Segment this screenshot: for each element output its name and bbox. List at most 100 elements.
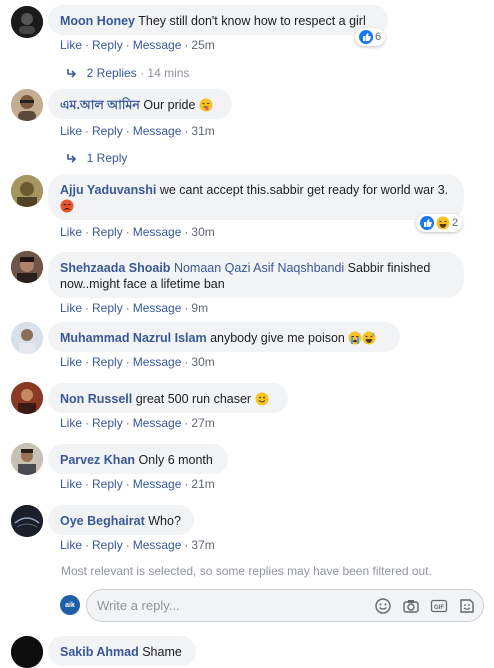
timestamp[interactable]: 25m <box>191 38 214 52</box>
comment-text: Only 6 month <box>138 453 213 467</box>
reply-input[interactable]: Write a reply... <box>97 598 180 613</box>
avatar[interactable] <box>11 382 43 414</box>
commenter-name[interactable]: Ajju Yaduvanshi <box>60 183 156 197</box>
like-link[interactable]: Like <box>60 416 82 430</box>
avatar-image-icon <box>11 89 43 121</box>
comment-text: Our pride <box>143 98 196 112</box>
message-link[interactable]: Message <box>133 538 182 552</box>
sticker-icon[interactable] <box>458 597 476 615</box>
commenter-name[interactable]: Non Russell <box>60 392 132 406</box>
view-replies-link[interactable]: 1 Reply <box>66 151 127 165</box>
avatar[interactable] <box>11 443 43 475</box>
comment-bubble: Ajju Yaduvanshi we cant accept this.sabb… <box>48 174 464 220</box>
message-link[interactable]: Message <box>133 301 182 315</box>
message-link[interactable]: Message <box>133 477 182 491</box>
like-link[interactable]: Like <box>60 477 82 491</box>
comment-actions: Like · Reply · Message · 25m <box>60 38 215 52</box>
reply-link[interactable]: Reply <box>92 355 123 369</box>
message-link[interactable]: Message <box>133 124 182 138</box>
message-link[interactable]: Message <box>133 416 182 430</box>
comment-bubble: Sakib Ahmad Shame <box>48 636 196 666</box>
timestamp[interactable]: 37m <box>191 538 214 552</box>
message-link[interactable]: Message <box>133 355 182 369</box>
commenter-name[interactable]: Moon Honey <box>60 14 135 28</box>
commenter-name[interactable]: Oye Beghairat <box>60 514 145 528</box>
like-link[interactable]: Like <box>60 538 82 552</box>
like-link[interactable]: Like <box>60 225 82 239</box>
commenter-name[interactable]: Muhammad Nazrul Islam <box>60 331 207 345</box>
replies-time: 14 mins <box>147 66 190 80</box>
grinning-sweat-emoji-icon <box>362 331 376 345</box>
gif-icon[interactable]: GIF <box>430 597 448 615</box>
comment-text: we cant accept this.sabbir get ready for… <box>159 183 449 197</box>
comment-text: Who? <box>148 514 181 528</box>
avatar-image-icon <box>11 322 43 354</box>
message-link[interactable]: Message <box>133 225 182 239</box>
crying-face-emoji-icon <box>348 331 362 345</box>
filter-note: Most relevant is selected, so some repli… <box>61 564 432 578</box>
like-link[interactable]: Like <box>60 124 82 138</box>
avatar[interactable] <box>11 89 43 121</box>
message-link[interactable]: Message <box>133 38 182 52</box>
reply-link[interactable]: Reply <box>92 477 123 491</box>
comment-actions: Like · Reply · Message · 31m <box>60 124 215 138</box>
reply-link[interactable]: Reply <box>92 538 123 552</box>
reply-link[interactable]: Reply <box>92 301 123 315</box>
reaction-count[interactable]: 2 <box>416 214 463 232</box>
mention-link[interactable]: Nomaan Qazi Asif Naqshbandi <box>174 261 344 275</box>
comment-text: Shame <box>142 645 182 659</box>
emoji-picker-icon[interactable] <box>374 597 392 615</box>
like-link[interactable]: Like <box>60 38 82 52</box>
like-link[interactable]: Like <box>60 355 82 369</box>
avatar-image-icon <box>11 251 43 283</box>
reply-arrow-icon <box>67 154 77 163</box>
avatar[interactable] <box>11 636 43 668</box>
composer-avatar: aik <box>60 595 80 615</box>
like-reaction-icon <box>359 30 373 44</box>
camera-icon[interactable] <box>402 597 420 615</box>
comment-bubble: Non Russell great 500 run chaser <box>48 383 288 413</box>
reply-link[interactable]: Reply <box>92 416 123 430</box>
like-link[interactable]: Like <box>60 301 82 315</box>
comment-actions: Like · Reply · Message · 30m <box>60 225 215 239</box>
composer-avatar-text: aik <box>65 601 75 609</box>
comment-bubble: Shehzaada Shoaib Nomaan Qazi Asif Naqshb… <box>48 252 464 298</box>
commenter-name[interactable]: এম.আল আমিন <box>60 98 140 112</box>
tongue-wink-emoji-icon <box>199 98 213 112</box>
avatar[interactable] <box>11 505 43 537</box>
commenter-name[interactable]: Parvez Khan <box>60 453 135 467</box>
reply-composer[interactable]: Write a reply... GIF <box>86 589 484 622</box>
avatar-image-icon <box>11 505 43 537</box>
view-replies-link[interactable]: 2 Replies · 14 mins <box>66 66 189 80</box>
commenter-name[interactable]: Sakib Ahmad <box>60 645 139 659</box>
reply-link[interactable]: Reply <box>92 38 123 52</box>
smiling-face-emoji-icon <box>255 392 269 406</box>
timestamp[interactable]: 9m <box>191 301 208 315</box>
commenter-name[interactable]: Shehzaada Shoaib <box>60 261 170 275</box>
reply-link[interactable]: Reply <box>92 124 123 138</box>
comment-bubble: Oye Beghairat Who? <box>48 505 194 535</box>
reply-link[interactable]: Reply <box>92 225 123 239</box>
avatar[interactable] <box>11 6 43 38</box>
avatar[interactable] <box>11 251 43 283</box>
comment-text: great 500 run chaser <box>135 392 252 406</box>
reaction-number: 6 <box>375 31 382 43</box>
comment-bubble: এম.আল আমিন Our pride <box>48 89 232 119</box>
comment-bubble: Parvez Khan Only 6 month <box>48 444 228 474</box>
comment-text: anybody give me poison <box>210 331 345 345</box>
timestamp[interactable]: 31m <box>191 124 214 138</box>
timestamp[interactable]: 21m <box>191 477 214 491</box>
comment-actions: Like · Reply · Message · 27m <box>60 416 215 430</box>
avatar-image-icon <box>11 382 43 414</box>
svg-text:GIF: GIF <box>434 605 444 611</box>
angry-face-emoji-icon <box>60 199 74 213</box>
avatar[interactable] <box>11 322 43 354</box>
avatar[interactable] <box>11 175 43 207</box>
timestamp[interactable]: 30m <box>191 355 214 369</box>
reaction-count[interactable]: 6 <box>355 28 386 46</box>
timestamp[interactable]: 30m <box>191 225 214 239</box>
haha-reaction-icon <box>436 216 450 230</box>
timestamp[interactable]: 27m <box>191 416 214 430</box>
comment-bubble: Muhammad Nazrul Islam anybody give me po… <box>48 322 400 352</box>
comment-actions: Like · Reply · Message · 37m <box>60 538 215 552</box>
